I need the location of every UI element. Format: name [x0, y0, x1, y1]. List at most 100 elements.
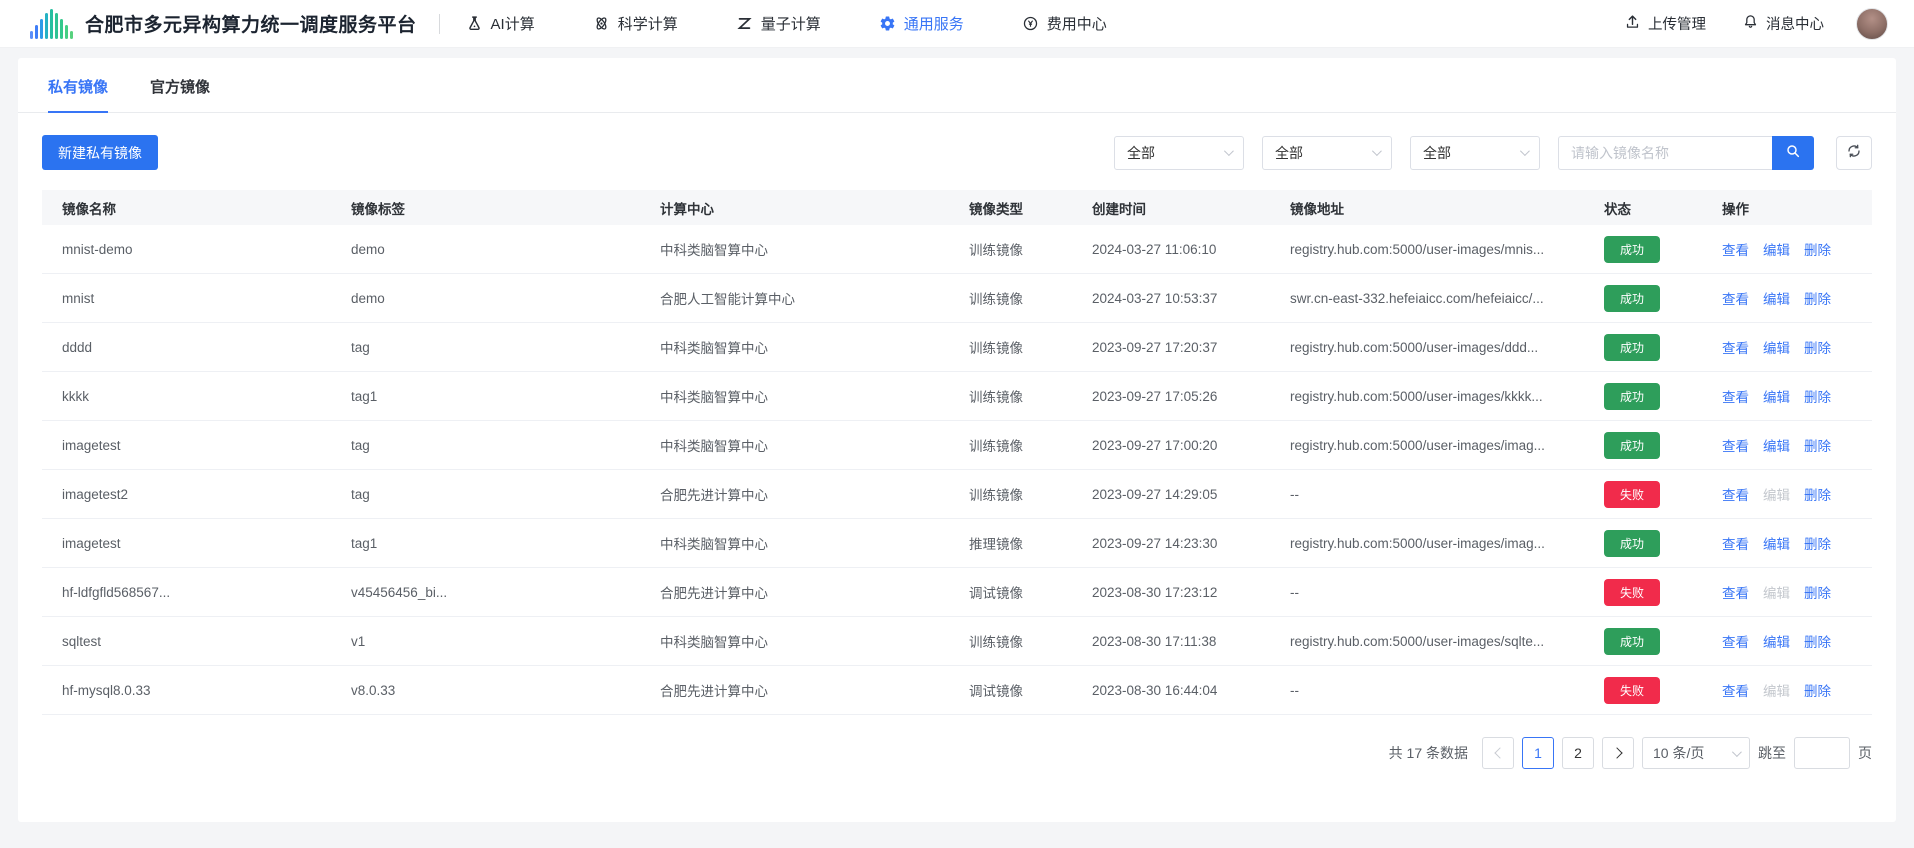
quantum-icon — [736, 15, 753, 32]
delete-link[interactable]: 删除 — [1804, 239, 1831, 259]
main-nav: AI计算 科学计算 量子计算 通用服务 费用中心 — [466, 13, 1107, 34]
nav-item-billing-center[interactable]: 费用中心 — [1022, 13, 1107, 34]
image-address-cell: -- — [1290, 487, 1604, 502]
edit-link[interactable]: 编辑 — [1763, 533, 1790, 553]
view-link[interactable]: 查看 — [1722, 484, 1749, 504]
page-button-1[interactable]: 1 — [1522, 737, 1554, 769]
tab-private-images[interactable]: 私有镜像 — [48, 76, 108, 112]
image-type-cell: 训练镜像 — [969, 337, 1092, 357]
edit-link[interactable]: 编辑 — [1763, 631, 1790, 651]
image-tag-cell: tag — [351, 438, 660, 453]
page-button-2[interactable]: 2 — [1562, 737, 1594, 769]
row-actions: 查看 编辑 删除 — [1722, 680, 1872, 700]
pagination: 共 17 条数据 1 2 10 条/页 跳至 页 — [42, 737, 1872, 769]
image-name-cell: imagetest — [42, 438, 351, 453]
image-type-cell: 训练镜像 — [969, 288, 1092, 308]
nav-item-scientific-compute[interactable]: 科学计算 — [593, 13, 678, 34]
delete-link[interactable]: 删除 — [1804, 680, 1831, 700]
view-link[interactable]: 查看 — [1722, 631, 1749, 651]
status-badge: 成功 — [1604, 334, 1660, 361]
prev-page-button[interactable] — [1482, 737, 1514, 769]
view-link[interactable]: 查看 — [1722, 337, 1749, 357]
compute-center-cell: 合肥人工智能计算中心 — [660, 288, 969, 308]
edit-link[interactable]: 编辑 — [1763, 337, 1790, 357]
delete-link[interactable]: 删除 — [1804, 435, 1831, 455]
image-name-cell: kkkk — [42, 389, 351, 404]
next-page-button[interactable] — [1602, 737, 1634, 769]
delete-link[interactable]: 删除 — [1804, 631, 1831, 651]
status-badge: 成功 — [1604, 236, 1660, 263]
created-time-cell: 2024-03-27 11:06:10 — [1092, 242, 1290, 257]
view-link[interactable]: 查看 — [1722, 582, 1749, 602]
delete-link[interactable]: 删除 — [1804, 337, 1831, 357]
edit-link: 编辑 — [1763, 484, 1790, 504]
row-actions: 查看 编辑 删除 — [1722, 288, 1872, 308]
image-address-cell: -- — [1290, 683, 1604, 698]
filter-select-2[interactable]: 全部 — [1262, 136, 1392, 170]
view-link[interactable]: 查看 — [1722, 288, 1749, 308]
message-center-button[interactable]: 消息中心 — [1742, 13, 1824, 34]
tab-official-images[interactable]: 官方镜像 — [150, 76, 210, 112]
filter-select-1[interactable]: 全部 — [1114, 136, 1244, 170]
upload-management-button[interactable]: 上传管理 — [1624, 13, 1706, 34]
image-name-cell: dddd — [42, 340, 351, 355]
image-type-cell: 训练镜像 — [969, 484, 1092, 504]
search-button[interactable] — [1772, 136, 1814, 170]
chevron-down-icon — [1520, 146, 1530, 156]
image-tag-cell: demo — [351, 242, 660, 257]
images-table: 镜像名称 镜像标签 计算中心 镜像类型 创建时间 镜像地址 状态 操作 mnis… — [42, 190, 1872, 715]
edit-link[interactable]: 编辑 — [1763, 435, 1790, 455]
view-link[interactable]: 查看 — [1722, 680, 1749, 700]
user-avatar[interactable] — [1856, 8, 1888, 40]
image-tag-cell: tag1 — [351, 389, 660, 404]
image-tag-cell: tag1 — [351, 536, 660, 551]
table-row: hf-ldfgfld568567... v45456456_bi... 合肥先进… — [42, 568, 1872, 617]
image-name-cell: sqltest — [42, 634, 351, 649]
status-badge: 成功 — [1604, 383, 1660, 410]
compute-center-cell: 合肥先进计算中心 — [660, 582, 969, 602]
chevron-down-icon — [1372, 146, 1382, 156]
edit-link[interactable]: 编辑 — [1763, 239, 1790, 259]
created-time-cell: 2023-08-30 17:11:38 — [1092, 634, 1290, 649]
image-address-cell: swr.cn-east-332.hefeiaicc.com/hefeiaicc/… — [1290, 291, 1604, 306]
delete-link[interactable]: 删除 — [1804, 288, 1831, 308]
created-time-cell: 2023-09-27 17:05:26 — [1092, 389, 1290, 404]
edit-link: 编辑 — [1763, 582, 1790, 602]
jump-page-input[interactable] — [1794, 737, 1850, 769]
edit-link[interactable]: 编辑 — [1763, 386, 1790, 406]
edit-link: 编辑 — [1763, 680, 1790, 700]
image-type-cell: 调试镜像 — [969, 680, 1092, 700]
nav-item-general-services[interactable]: 通用服务 — [879, 13, 964, 34]
row-actions: 查看 编辑 删除 — [1722, 631, 1872, 651]
view-link[interactable]: 查看 — [1722, 239, 1749, 259]
view-link[interactable]: 查看 — [1722, 533, 1749, 553]
delete-link[interactable]: 删除 — [1804, 386, 1831, 406]
message-label: 消息中心 — [1766, 13, 1824, 34]
create-private-image-button[interactable]: 新建私有镜像 — [42, 135, 158, 170]
search-input[interactable] — [1558, 136, 1772, 170]
nav-item-quantum-compute[interactable]: 量子计算 — [736, 13, 821, 34]
table-row: mnist-demo demo 中科类脑智算中心 训练镜像 2024-03-27… — [42, 225, 1872, 274]
platform-logo-icon — [30, 9, 73, 39]
col-header-status: 状态 — [1604, 198, 1722, 218]
refresh-button[interactable] — [1836, 136, 1872, 170]
flask-icon — [466, 15, 483, 32]
billing-icon — [1022, 15, 1039, 32]
delete-link[interactable]: 删除 — [1804, 533, 1831, 553]
compute-center-cell: 中科类脑智算中心 — [660, 337, 969, 357]
view-link[interactable]: 查看 — [1722, 435, 1749, 455]
image-address-cell: -- — [1290, 585, 1604, 600]
compute-center-cell: 合肥先进计算中心 — [660, 484, 969, 504]
image-name-cell: mnist — [42, 291, 351, 306]
table-row: kkkk tag1 中科类脑智算中心 训练镜像 2023-09-27 17:05… — [42, 372, 1872, 421]
table-body: mnist-demo demo 中科类脑智算中心 训练镜像 2024-03-27… — [42, 225, 1872, 715]
row-actions: 查看 编辑 删除 — [1722, 239, 1872, 259]
view-link[interactable]: 查看 — [1722, 386, 1749, 406]
delete-link[interactable]: 删除 — [1804, 484, 1831, 504]
edit-link[interactable]: 编辑 — [1763, 288, 1790, 308]
nav-item-ai-compute[interactable]: AI计算 — [466, 13, 535, 34]
chevron-down-icon — [1732, 747, 1742, 757]
page-size-select[interactable]: 10 条/页 — [1642, 737, 1750, 769]
filter-select-3[interactable]: 全部 — [1410, 136, 1540, 170]
delete-link[interactable]: 删除 — [1804, 582, 1831, 602]
